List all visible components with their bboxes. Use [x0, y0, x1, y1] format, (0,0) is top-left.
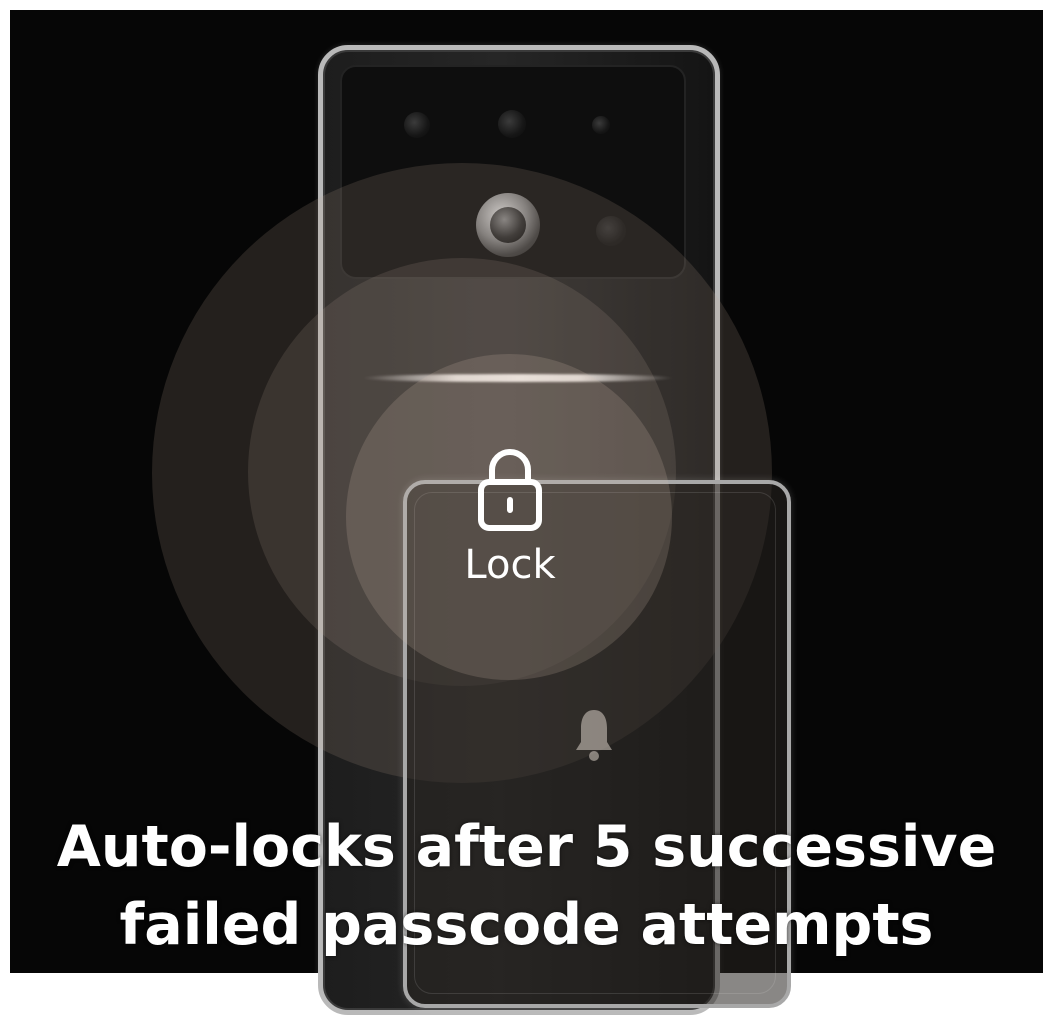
headline-line-1: Auto-locks after 5 successive	[56, 814, 997, 880]
ir-sensor-middle	[498, 110, 526, 138]
lock-label: Lock	[464, 542, 556, 588]
bell-icon	[576, 710, 612, 761]
ir-sensor-right	[592, 116, 610, 134]
lock-icon	[478, 449, 542, 531]
headline-line-2: failed passcode attempts	[119, 892, 934, 958]
headline: Auto-locks after 5 successive failed pas…	[10, 808, 1043, 964]
ir-sensor-left	[404, 112, 430, 138]
